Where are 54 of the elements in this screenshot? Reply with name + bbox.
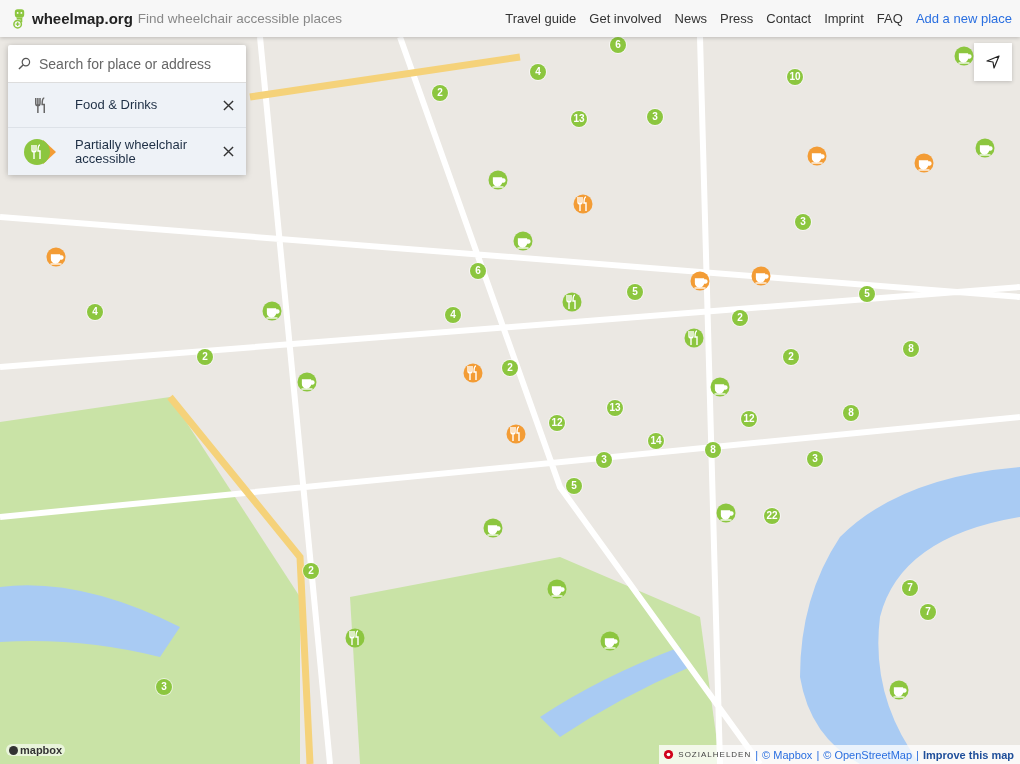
close-icon	[223, 146, 234, 157]
attribution-link[interactable]: © OpenStreetMap	[823, 748, 913, 761]
cup-marker-icon[interactable]	[954, 46, 974, 66]
fork-knife-marker-icon[interactable]	[345, 628, 365, 648]
nav-link[interactable]: FAQ	[876, 11, 903, 26]
nav-link[interactable]: Contact	[766, 11, 812, 26]
cup-marker-icon[interactable]	[889, 680, 909, 700]
fork-knife-marker-icon[interactable]	[562, 292, 582, 312]
improve-map-link[interactable]: Improve this map	[922, 748, 1014, 761]
nav-link[interactable]: Get involved	[589, 11, 662, 26]
fork-knife-marker-icon[interactable]	[506, 424, 526, 444]
organization-name[interactable]: SOZIALHELDEN	[678, 750, 752, 759]
fork-knife-marker-icon[interactable]	[463, 363, 483, 383]
wheelchair-person-icon	[12, 8, 27, 29]
cup-marker-icon[interactable]	[716, 503, 736, 523]
nav-link[interactable]: Travel guide	[505, 11, 577, 26]
mapbox-logo[interactable]: mapbox	[6, 744, 66, 756]
site-name[interactable]: wheelmap.org	[32, 10, 133, 27]
cup-marker-icon[interactable]	[710, 377, 730, 397]
cup-marker-icon[interactable]	[600, 631, 620, 651]
add-place-link[interactable]: Add a new place	[915, 11, 1012, 26]
cup-marker-icon[interactable]	[483, 518, 503, 538]
filter-row[interactable]: Partially wheelchair accessible	[8, 128, 246, 175]
cup-marker-icon[interactable]	[975, 138, 995, 158]
nav-link[interactable]: News	[674, 11, 708, 26]
search-field[interactable]: Search for place or address	[37, 54, 236, 73]
cup-marker-icon[interactable]	[513, 231, 533, 251]
cup-marker-icon[interactable]	[547, 579, 567, 599]
filter-label: Food & Drinks	[75, 98, 159, 112]
separator: |	[755, 748, 759, 761]
fork-knife-marker-icon[interactable]	[573, 194, 593, 214]
cup-marker-icon[interactable]	[914, 153, 934, 173]
close-icon	[223, 99, 234, 111]
cup-marker-icon[interactable]	[46, 247, 66, 267]
cup-marker-icon[interactable]	[488, 170, 508, 190]
filter-row[interactable]: Food & Drinks	[8, 83, 246, 128]
separator: |	[816, 748, 820, 761]
cup-marker-icon[interactable]	[262, 301, 282, 321]
cup-marker-icon[interactable]	[297, 372, 317, 392]
attribution-link[interactable]: © Mapbox	[762, 748, 813, 761]
filter-label: Partially wheelchair accessible	[75, 137, 188, 166]
separator: |	[916, 748, 919, 761]
partial-access-marker-icon	[23, 137, 57, 166]
nav-link[interactable]: Imprint	[824, 11, 864, 26]
cup-marker-icon[interactable]	[690, 271, 710, 291]
cup-marker-icon[interactable]	[807, 146, 827, 166]
location-arrow-icon	[986, 55, 1000, 69]
locate-button[interactable]	[974, 43, 1012, 81]
search-icon	[18, 57, 31, 70]
fork-knife-icon	[34, 96, 46, 114]
nav-link[interactable]: Press	[720, 11, 754, 26]
fork-knife-marker-icon[interactable]	[684, 328, 704, 348]
tagline: Find wheelchair accessible places	[137, 11, 342, 26]
cup-marker-icon[interactable]	[751, 266, 771, 286]
